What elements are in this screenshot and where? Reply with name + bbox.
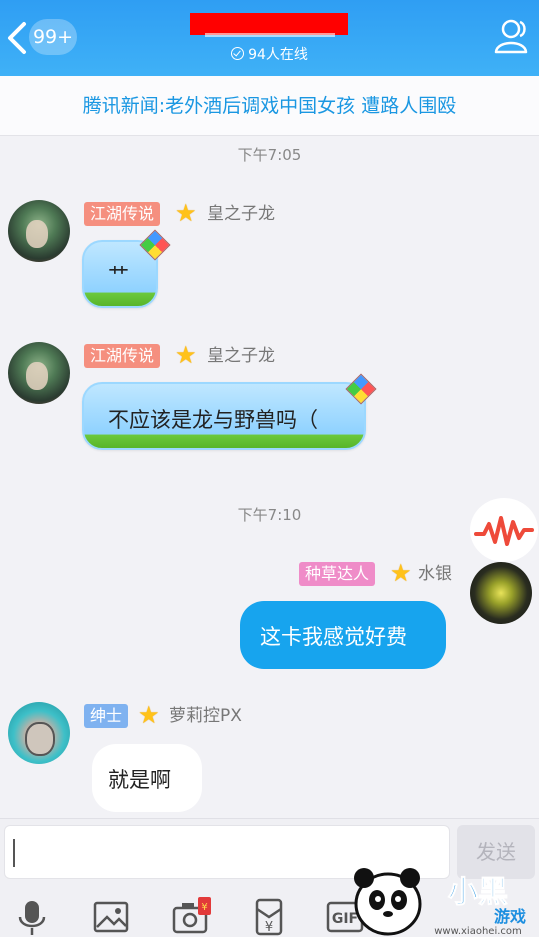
message-text: 不应该是龙与野兽吗（ xyxy=(108,408,318,432)
star-icon: ★ xyxy=(175,341,197,369)
text-caret xyxy=(13,839,15,867)
kite-icon xyxy=(345,373,377,405)
star-icon: ★ xyxy=(138,701,160,729)
image-icon[interactable] xyxy=(91,897,131,937)
member-title-tag: 种草达人 xyxy=(299,562,376,586)
check-circle-icon xyxy=(231,47,245,60)
avatar[interactable] xyxy=(8,342,70,404)
member-title-tag: 江湖传说 xyxy=(84,202,161,226)
title-underline xyxy=(205,33,335,37)
message-text: 这卡我感觉好费 xyxy=(260,625,407,649)
message-text: 艹 xyxy=(108,264,129,288)
kite-icon xyxy=(139,229,171,261)
chat-header: 99+ 94人在线 xyxy=(0,0,539,76)
online-count: 94人在线 xyxy=(0,44,539,64)
group-members-icon[interactable] xyxy=(493,16,533,56)
member-title-tag: 绅士 xyxy=(84,704,129,728)
red-packet-icon[interactable]: ¥ xyxy=(249,897,289,937)
microphone-icon[interactable] xyxy=(12,897,52,937)
message-bubble[interactable]: 就是啊 xyxy=(92,744,202,812)
star-icon: ★ xyxy=(390,559,412,587)
member-title-tag: 江湖传说 xyxy=(84,344,161,368)
my-avatar[interactable] xyxy=(470,562,532,624)
nickname[interactable]: 皇之子龙 xyxy=(207,202,275,226)
nickname[interactable]: 萝莉控PX xyxy=(169,704,242,728)
svg-text:¥: ¥ xyxy=(265,920,273,935)
message-bubble[interactable]: 不应该是龙与野兽吗（ xyxy=(82,373,377,450)
svg-text:游戏: 游戏 xyxy=(494,907,526,926)
camera-icon[interactable]: ¥ xyxy=(171,897,211,937)
timestamp: 下午7:10 xyxy=(237,506,302,524)
star-icon: ★ xyxy=(175,199,197,227)
svg-text:小黑: 小黑 xyxy=(448,875,508,910)
message-bubble[interactable]: 艹 xyxy=(82,229,171,308)
svg-text:¥: ¥ xyxy=(201,902,207,913)
news-banner[interactable]: 腾讯新闻:老外酒后调戏中国女孩 遭路人围殴 xyxy=(0,76,539,136)
site-watermark: 小黑 游戏 www.xiaohei.com xyxy=(350,858,539,937)
audio-pulse-icon[interactable] xyxy=(470,498,538,562)
avatar[interactable] xyxy=(8,702,70,764)
panda-logo: 小黑 游戏 www.xiaohei.com xyxy=(354,868,526,937)
nickname[interactable]: 皇之子龙 xyxy=(207,344,275,368)
message-text: 就是啊 xyxy=(108,768,171,792)
nickname[interactable]: 水银 xyxy=(418,562,452,586)
online-count-text: 94人在线 xyxy=(248,47,308,63)
my-message-bubble[interactable]: 这卡我感觉好费 xyxy=(240,601,446,669)
avatar[interactable] xyxy=(8,200,70,262)
svg-text:www.xiaohei.com: www.xiaohei.com xyxy=(434,926,522,937)
redacted-group-title xyxy=(190,13,348,35)
timestamp: 下午7:05 xyxy=(237,146,302,164)
